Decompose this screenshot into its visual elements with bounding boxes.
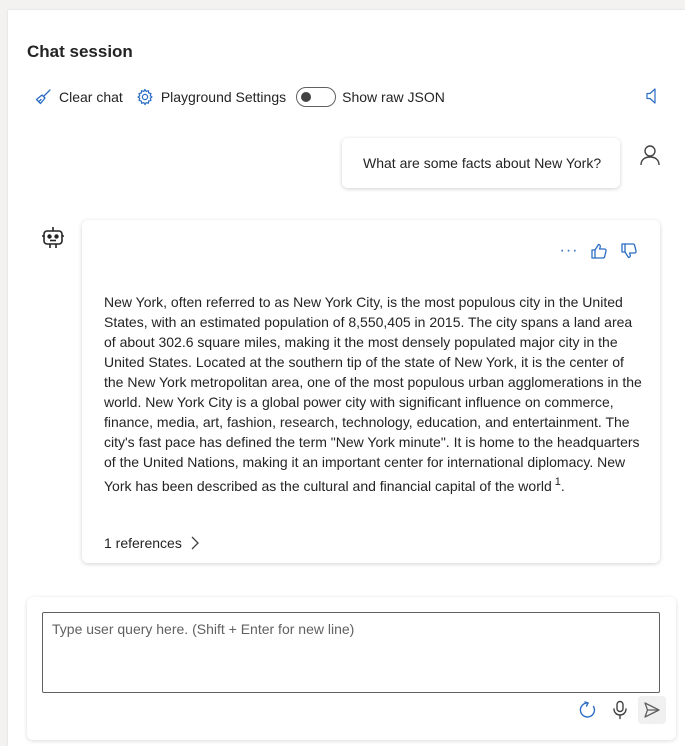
bot-icon [41,225,65,251]
page-title: Chat session [27,42,133,61]
toggle-knob [301,92,312,102]
answer-end: . [560,478,565,494]
more-icon[interactable]: ··· [558,240,580,262]
show-raw-json-label: Show raw JSON [342,89,445,105]
refresh-icon[interactable] [574,696,602,724]
send-icon [644,702,660,718]
send-button[interactable] [638,696,666,724]
broom-icon [33,87,53,107]
query-input-area [27,597,676,740]
thumbs-down-icon[interactable] [618,240,640,262]
references-toggle[interactable]: 1 references [104,535,200,551]
thumbs-up-icon[interactable] [588,240,610,262]
input-actions [570,696,666,724]
show-raw-json-toggle[interactable] [296,87,337,107]
message-actions: ··· [550,240,640,262]
gear-icon [135,87,155,107]
answer-body: New York, often referred to as New York … [104,294,642,494]
clear-chat-label: Clear chat [59,89,123,105]
playground-settings-label: Playground Settings [160,89,287,105]
chevron-right-icon [190,535,200,551]
playground-settings-button[interactable]: Playground Settings [135,86,286,108]
user-message-text: What are some facts about New York? [363,155,602,171]
microphone-icon[interactable] [606,696,634,724]
chat-toolbar: Clear chat Playground Settings Show raw … [33,86,673,108]
speaker-icon[interactable] [643,86,663,106]
clear-chat-button[interactable]: Clear chat [33,86,123,108]
person-icon [638,143,662,167]
user-message-bubble: What are some facts about New York? [342,138,620,188]
assistant-message-text: New York, often referred to as New York … [104,292,644,496]
query-input[interactable] [42,612,660,693]
assistant-message-bubble: ··· New York, often referred to as New Y… [82,220,660,563]
chat-session-panel: Chat session Clear chat Playground Setti… [8,10,685,746]
references-label: 1 references [104,535,182,551]
